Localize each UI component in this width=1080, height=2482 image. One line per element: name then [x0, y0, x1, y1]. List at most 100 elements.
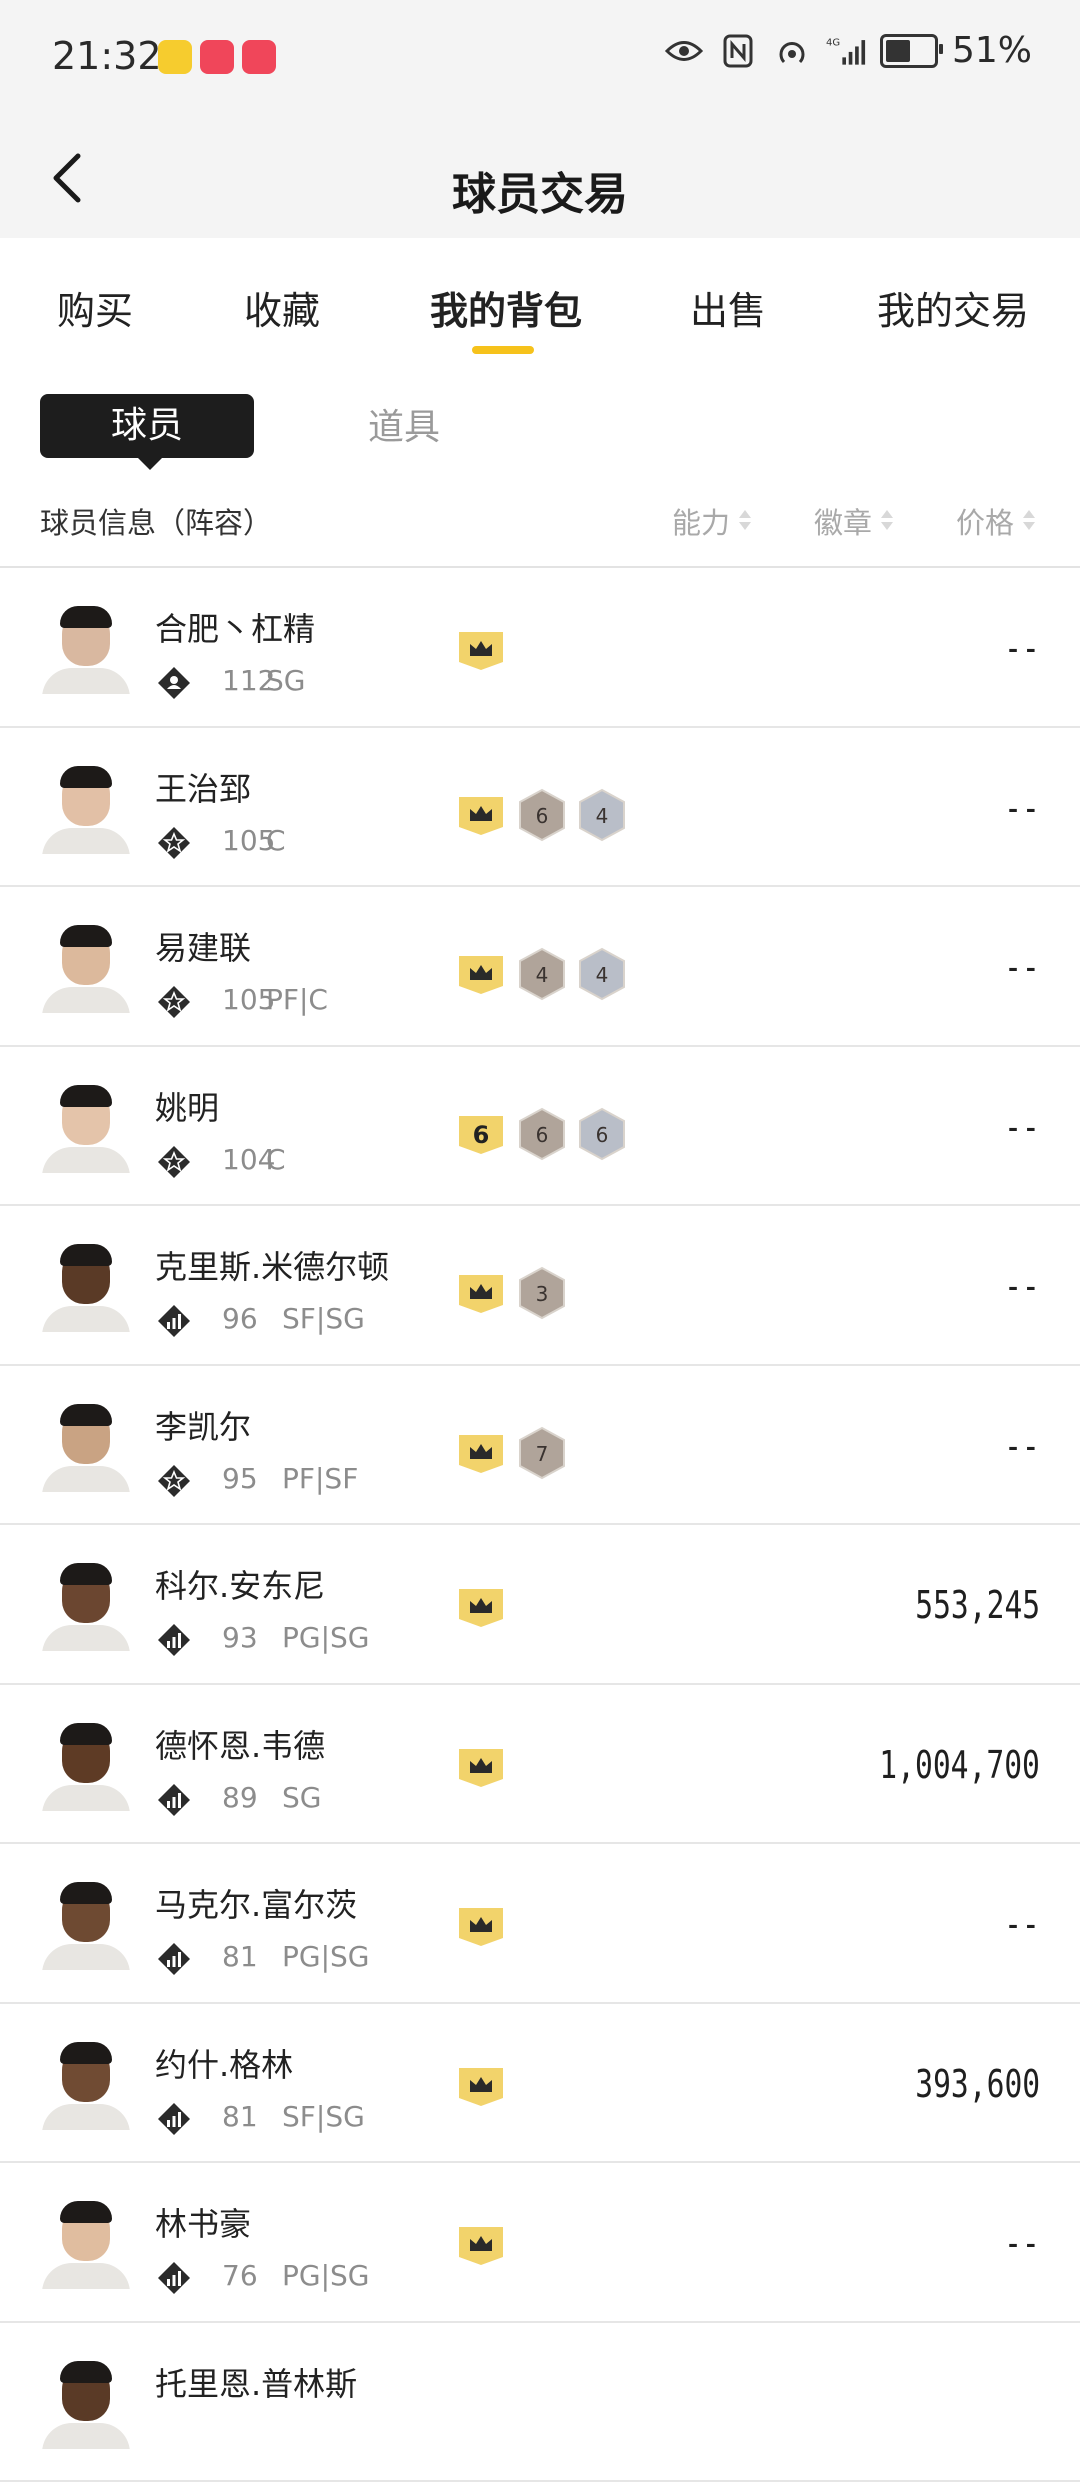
crown-badge-icon	[455, 2223, 507, 2267]
player-name: 合肥丶杠精	[155, 604, 315, 650]
player-row[interactable]: 德怀恩.韦德89SG1,004,700	[0, 1685, 1080, 1845]
column-badge-label: 徽章	[814, 500, 872, 542]
list-header: 球员信息（阵容） 能力 徽章 价格	[0, 470, 1080, 568]
player-row[interactable]: 科尔.安东尼93PG|SG553,245	[0, 1525, 1080, 1685]
column-player-info: 球员信息（阵容）	[40, 500, 272, 542]
badge-group: 666	[455, 1107, 627, 1161]
player-price: --	[1004, 1105, 1040, 1149]
tab-my-trades[interactable]: 我的交易	[877, 280, 1029, 335]
player-name: 约什.格林	[155, 2040, 293, 2086]
badge-group	[455, 1585, 507, 1629]
player-avatar	[40, 2197, 132, 2289]
sort-icon	[738, 508, 752, 534]
player-avatar	[40, 602, 132, 694]
player-avatar	[40, 1400, 132, 1492]
player-position: PF|C	[266, 983, 328, 1016]
sort-icon	[880, 508, 894, 534]
badge-group	[455, 1745, 507, 1789]
battery-percent: 51%	[952, 30, 1032, 71]
tab-buy[interactable]: 购买	[57, 280, 133, 335]
crown-badge-icon	[455, 1431, 507, 1475]
diamond-bars-icon	[156, 1941, 192, 1977]
player-list: 合肥丶杠精112SG--王治郅105C64--易建联105PF|C44--姚明1…	[0, 568, 1080, 2482]
player-row[interactable]: 林书豪76PG|SG--	[0, 2163, 1080, 2323]
player-position: SF|SG	[282, 1302, 365, 1335]
active-tab-indicator	[472, 346, 534, 354]
player-avatar	[40, 2038, 132, 2130]
player-rating: 81	[222, 1940, 258, 1973]
player-price: --	[1004, 626, 1040, 670]
player-rating: 76	[222, 2259, 258, 2292]
badge-group: 64	[455, 788, 627, 842]
player-row[interactable]: 克里斯.米德尔顿96SF|SG3--	[0, 1206, 1080, 1366]
diamond-star-icon	[156, 1144, 192, 1180]
nfc-icon	[718, 31, 758, 71]
badge-group: 3	[455, 1266, 567, 1320]
signal-icon: 4G	[826, 31, 866, 71]
player-row[interactable]: 李凯尔95PF|SF7--	[0, 1366, 1080, 1526]
badge-group: 7	[455, 1426, 567, 1480]
column-ability-label: 能力	[672, 500, 730, 542]
subtab-players[interactable]: 球员	[40, 394, 254, 458]
player-row[interactable]: 合肥丶杠精112SG--	[0, 568, 1080, 728]
nav-bar: 球员交易	[0, 120, 1080, 238]
diamond-bars-icon	[156, 1782, 192, 1818]
badge-group	[455, 2223, 507, 2267]
crown-badge-icon	[455, 2064, 507, 2108]
diamond-bars-icon	[156, 1622, 192, 1658]
svg-text:4: 4	[596, 963, 609, 987]
diamond-bars-icon	[156, 2260, 192, 2296]
sort-price-button[interactable]: 价格	[956, 500, 1036, 542]
player-name: 林书豪	[155, 2199, 251, 2245]
silver-hex-badge-icon: 4	[577, 788, 627, 842]
svg-text:6: 6	[536, 1123, 549, 1147]
player-row[interactable]: 姚明104C666--	[0, 1047, 1080, 1207]
main-tabs: 购买 收藏 我的背包 出售 我的交易	[0, 238, 1080, 358]
bronze-hex-badge-icon: 6	[517, 1107, 567, 1161]
player-row[interactable]: 易建联105PF|C44--	[0, 887, 1080, 1047]
player-price: --	[1004, 786, 1040, 830]
player-price: --	[1004, 945, 1040, 989]
player-row[interactable]: 约什.格林81SF|SG393,600	[0, 2004, 1080, 2164]
player-row[interactable]: 托里恩.普林斯	[0, 2323, 1080, 2482]
tab-favorites[interactable]: 收藏	[244, 280, 320, 335]
app-notification-icon	[200, 40, 234, 74]
player-row[interactable]: 王治郅105C64--	[0, 728, 1080, 888]
player-price: 393,600	[915, 2062, 1040, 2106]
player-position: SG	[266, 664, 305, 697]
crown-badge-icon	[455, 793, 507, 837]
silver-hex-badge-icon: 4	[577, 947, 627, 1001]
status-bar: 21:32 4G 51%	[0, 0, 1080, 120]
player-avatar	[40, 921, 132, 1013]
player-rating: 81	[222, 2100, 258, 2133]
subtab-items[interactable]: 道具	[368, 398, 440, 450]
tab-sell[interactable]: 出售	[690, 280, 766, 335]
sort-badge-button[interactable]: 徽章	[814, 500, 894, 542]
player-row[interactable]: 马克尔.富尔茨81PG|SG--	[0, 1844, 1080, 2004]
player-position: PG|SG	[282, 2259, 370, 2292]
badge-group	[455, 1904, 507, 1948]
player-avatar	[40, 1719, 132, 1811]
eye-icon	[664, 31, 704, 71]
player-price: 553,245	[915, 1583, 1040, 1627]
hotspot-icon	[772, 31, 812, 71]
player-name: 王治郅	[155, 764, 251, 810]
player-position: PF|SF	[282, 1462, 358, 1495]
svg-text:7: 7	[536, 1442, 549, 1466]
svg-text:3: 3	[536, 1282, 549, 1306]
player-avatar	[40, 1559, 132, 1651]
tab-my-backpack[interactable]: 我的背包	[430, 280, 582, 335]
sort-ability-button[interactable]: 能力	[672, 500, 752, 542]
player-position: PG|SG	[282, 1621, 370, 1654]
player-name: 易建联	[155, 923, 251, 969]
diamond-star-icon	[156, 1463, 192, 1499]
player-position: C	[266, 824, 286, 857]
diamond-bars-icon	[156, 1303, 192, 1339]
player-rating: 93	[222, 1621, 258, 1654]
badge-group	[455, 628, 507, 672]
sort-icon	[1022, 508, 1036, 534]
page-title: 球员交易	[0, 158, 1080, 222]
crown-badge-icon	[455, 952, 507, 996]
battery-icon	[880, 34, 938, 68]
badge-group: 44	[455, 947, 627, 1001]
